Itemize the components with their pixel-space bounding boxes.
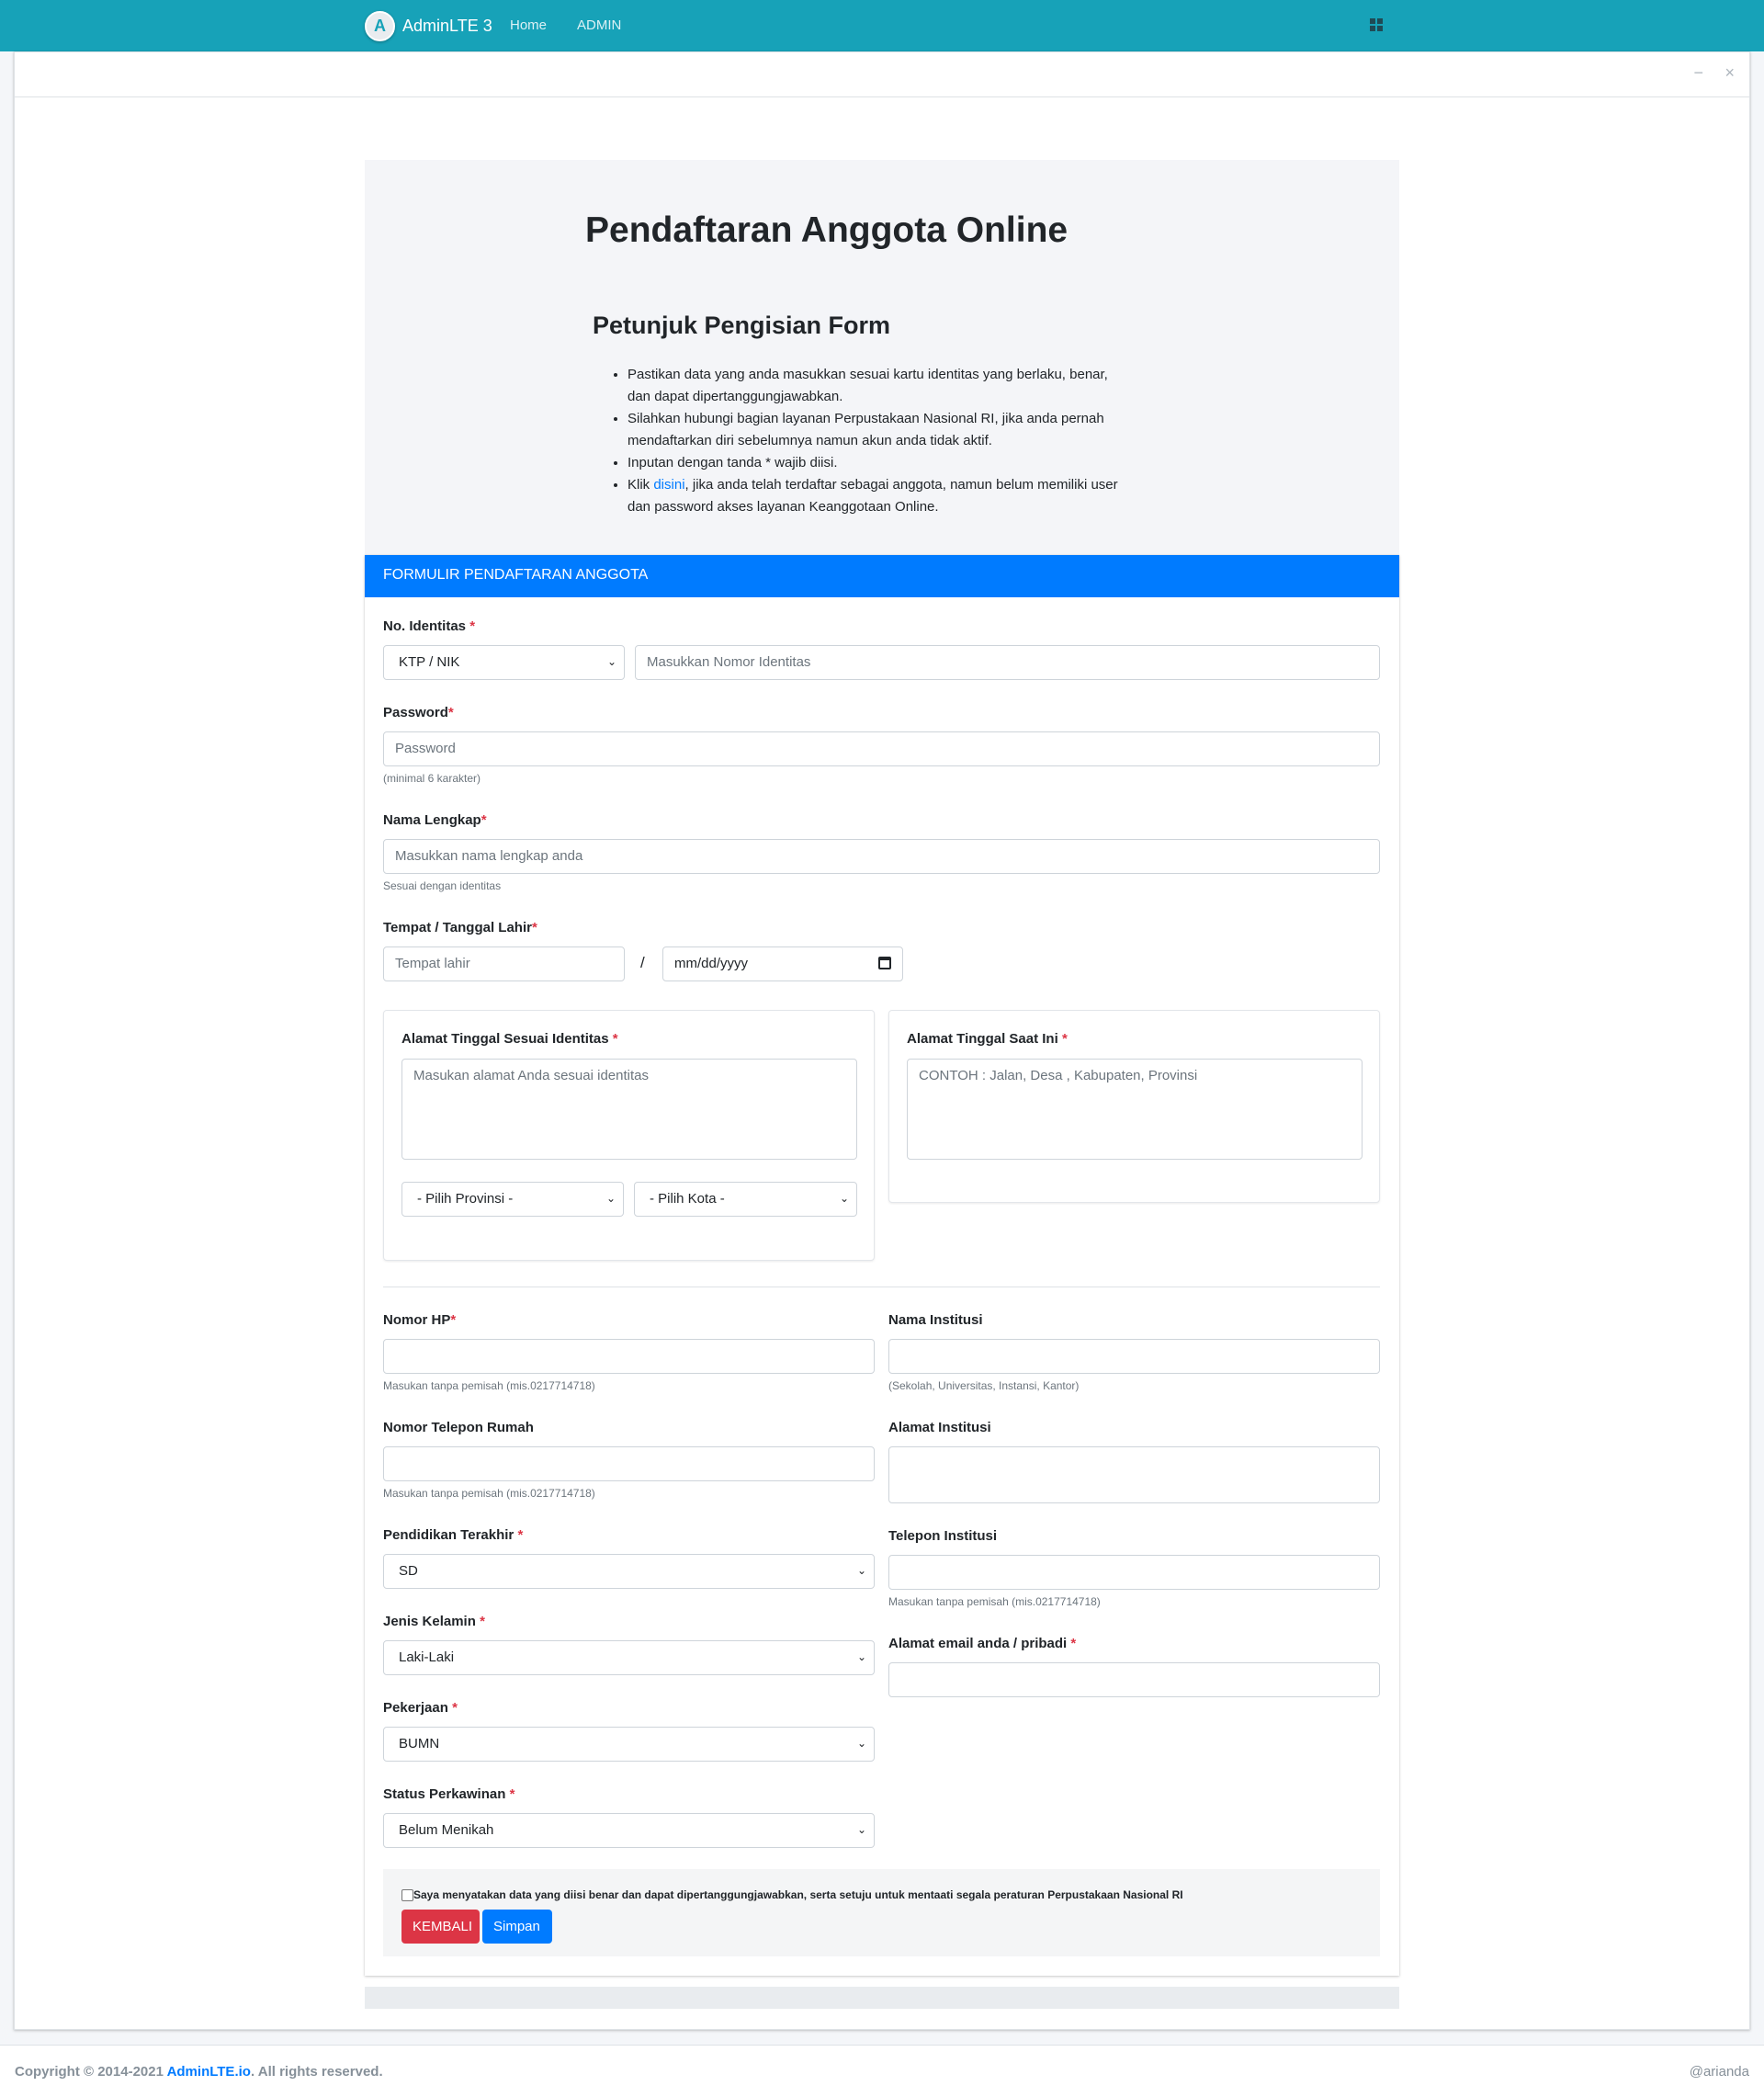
email-label: Alamat email anda / pribadi * xyxy=(888,1636,1077,1651)
identitas-type-select[interactable]: KTP / NIK ⌄ xyxy=(383,645,625,680)
copyright: Copyright © 2014-2021 AdminLTE.io. All r… xyxy=(15,2064,383,2080)
identitas-input[interactable]: Masukkan Nomor Identitas xyxy=(635,645,1380,680)
status-perkawinan-label: Status Perkawinan * xyxy=(383,1786,515,1802)
instruction-item: Klik disini, jika anda telah terdaftar s… xyxy=(628,474,1135,518)
agreement-section: Saya menyatakan data yang diisi benar da… xyxy=(383,1869,1380,1956)
pendidikan-label: Pendidikan Terakhir * xyxy=(383,1527,524,1543)
telepon-rumah-input[interactable] xyxy=(383,1446,875,1481)
footer: Copyright © 2014-2021 AdminLTE.io. All r… xyxy=(0,2045,1764,2097)
nav-link-home[interactable]: Home xyxy=(510,17,547,33)
top-navbar: A AdminLTE 3 Home ADMIN xyxy=(0,0,1764,51)
chevron-down-icon: ⌄ xyxy=(856,1564,866,1577)
tanggal-lahir-input[interactable]: mm/dd/yyyy xyxy=(662,946,903,981)
instructions-list: Pastikan data yang anda masukkan sesuai … xyxy=(611,364,1135,518)
nama-institusi-hint: (Sekolah, Universitas, Instansi, Kantor) xyxy=(888,1379,1080,1392)
grid-icon[interactable] xyxy=(1370,18,1383,31)
alamat-saat-ini-card: Alamat Tinggal Saat Ini * CONTOH : Jalan… xyxy=(888,1010,1380,1203)
instruction-item: Inputan dengan tanda * wajib diisi. xyxy=(628,452,1135,474)
brand-link[interactable]: A AdminLTE 3 xyxy=(365,11,492,41)
form-header: FORMULIR PENDAFTARAN ANGGOTA xyxy=(365,555,1399,597)
instruction-item: Pastikan data yang anda masukkan sesuai … xyxy=(628,364,1135,408)
kembali-button[interactable]: KEMBALI xyxy=(401,1910,480,1944)
nama-hint: Sesuai dengan identitas xyxy=(383,879,502,892)
nomor-hp-hint: Masukan tanpa pemisah (mis.0217714718) xyxy=(383,1379,595,1392)
bottom-strip xyxy=(365,1987,1399,2009)
ttl-separator: / xyxy=(640,954,645,971)
instruction-item: Silahkan hubungi bagian layanan Perpusta… xyxy=(628,408,1135,452)
card-header: − × xyxy=(15,52,1749,97)
identitas-label: No. Identitas * xyxy=(383,618,476,634)
nama-institusi-input[interactable] xyxy=(888,1339,1380,1374)
pendidikan-select[interactable]: SD ⌄ xyxy=(383,1554,875,1589)
alamat-identitas-textarea[interactable]: Masukan alamat Anda sesuai identitas xyxy=(401,1059,857,1160)
page-title: Pendaftaran Anggota Online xyxy=(585,210,1069,250)
pekerjaan-select[interactable]: BUMN ⌄ xyxy=(383,1727,875,1762)
minimize-icon[interactable]: − xyxy=(1693,63,1703,83)
tempat-lahir-input[interactable]: Tempat lahir xyxy=(383,946,625,981)
telepon-institusi-hint: Masukan tanpa pemisah (mis.0217714718) xyxy=(888,1595,1101,1608)
nomor-hp-label: Nomor HP* xyxy=(383,1312,457,1328)
footer-right-text: @arianda xyxy=(1689,2064,1749,2080)
agreement-text: Saya menyatakan data yang diisi benar da… xyxy=(413,1888,1183,1901)
telepon-rumah-hint: Masukan tanpa pemisah (mis.0217714718) xyxy=(383,1487,595,1500)
telepon-institusi-input[interactable] xyxy=(888,1555,1380,1590)
registration-form-card: FORMULIR PENDAFTARAN ANGGOTA No. Identit… xyxy=(365,555,1399,1976)
simpan-button[interactable]: Simpan xyxy=(482,1910,552,1944)
alamat-identitas-card: Alamat Tinggal Sesuai Identitas * Masuka… xyxy=(383,1010,875,1261)
nama-input[interactable]: Masukkan nama lengkap anda xyxy=(383,839,1380,874)
chevron-down-icon: ⌄ xyxy=(605,1192,616,1205)
nama-label: Nama Lengkap* xyxy=(383,812,487,828)
pekerjaan-label: Pekerjaan * xyxy=(383,1700,458,1716)
brand-text: AdminLTE 3 xyxy=(402,17,492,35)
alamat-institusi-textarea[interactable] xyxy=(888,1446,1380,1503)
chevron-down-icon: ⌄ xyxy=(856,1823,866,1836)
provinsi-select[interactable]: - Pilih Provinsi - ⌄ xyxy=(401,1182,624,1217)
disini-link[interactable]: disini xyxy=(653,477,684,493)
password-label: Password* xyxy=(383,705,454,720)
adminlte-link[interactable]: AdminLTE.io xyxy=(167,2064,251,2080)
telepon-institusi-label: Telepon Institusi xyxy=(888,1528,998,1544)
chevron-down-icon: ⌄ xyxy=(856,1737,866,1750)
chevron-down-icon: ⌄ xyxy=(606,655,616,668)
alamat-institusi-label: Alamat Institusi xyxy=(888,1420,991,1435)
telepon-rumah-label: Nomor Telepon Rumah xyxy=(383,1420,534,1435)
close-icon[interactable]: × xyxy=(1724,63,1735,83)
nomor-hp-input[interactable] xyxy=(383,1339,875,1374)
alamat-saat-ini-textarea[interactable]: CONTOH : Jalan, Desa , Kabupaten, Provin… xyxy=(907,1059,1363,1160)
ttl-label: Tempat / Tanggal Lahir* xyxy=(383,920,537,935)
calendar-icon[interactable] xyxy=(878,957,891,969)
intro-section: Pendaftaran Anggota Online Petunjuk Peng… xyxy=(365,160,1399,555)
alamat-identitas-label: Alamat Tinggal Sesuai Identitas * xyxy=(401,1031,618,1047)
chevron-down-icon: ⌄ xyxy=(839,1192,849,1205)
email-input[interactable] xyxy=(888,1662,1380,1697)
instructions-title: Petunjuk Pengisian Form xyxy=(593,312,891,339)
alamat-saat-ini-label: Alamat Tinggal Saat Ini * xyxy=(907,1031,1068,1047)
password-hint: (minimal 6 karakter) xyxy=(383,772,481,785)
nav-link-admin[interactable]: ADMIN xyxy=(577,17,621,33)
jenis-kelamin-label: Jenis Kelamin * xyxy=(383,1614,485,1629)
agreement-checkbox[interactable] xyxy=(401,1889,413,1901)
chevron-down-icon: ⌄ xyxy=(856,1650,866,1663)
brand-logo-icon: A xyxy=(365,11,395,41)
jenis-kelamin-select[interactable]: Laki-Laki ⌄ xyxy=(383,1640,875,1675)
kota-select[interactable]: - Pilih Kota - ⌄ xyxy=(634,1182,857,1217)
password-input[interactable]: Password xyxy=(383,731,1380,766)
nama-institusi-label: Nama Institusi xyxy=(888,1312,983,1328)
status-perkawinan-select[interactable]: Belum Menikah ⌄ xyxy=(383,1813,875,1848)
